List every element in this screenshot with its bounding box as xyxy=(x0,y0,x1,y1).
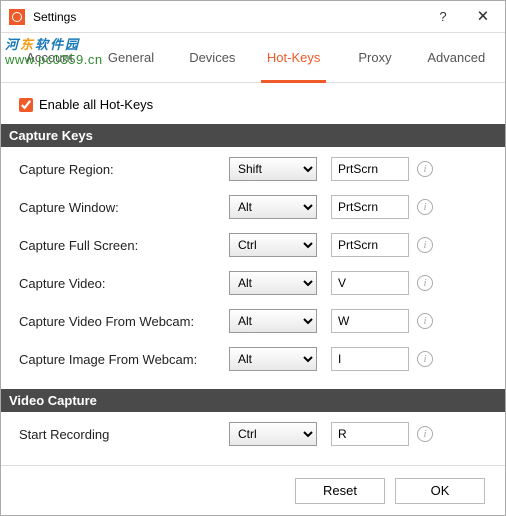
hotkey-key-input[interactable] xyxy=(331,157,409,181)
capture-rows: Capture Region:Shift+iCapture Window:Alt… xyxy=(19,147,487,389)
close-button[interactable]: 🗙 xyxy=(463,1,503,33)
info-icon[interactable]: i xyxy=(417,161,433,177)
hotkey-label: Capture Video: xyxy=(19,276,229,291)
hotkey-key-input[interactable] xyxy=(331,271,409,295)
hotkey-modifier-select[interactable]: Alt xyxy=(229,309,317,333)
hotkey-label: Capture Image From Webcam: xyxy=(19,352,229,367)
hotkey-modifier-select[interactable]: Shift xyxy=(229,157,317,181)
video-rows: Start RecordingCtrl+i xyxy=(19,412,487,464)
hotkey-modifier-select[interactable]: Alt xyxy=(229,271,317,295)
section-capture-keys: Capture Keys xyxy=(1,124,505,147)
footer: Reset OK xyxy=(1,465,505,515)
hotkey-row: Capture Image From Webcam:Alt+i xyxy=(19,347,487,371)
hotkey-modifier-select[interactable]: Alt xyxy=(229,195,317,219)
hotkey-key-input[interactable] xyxy=(331,195,409,219)
section-video-capture: Video Capture xyxy=(1,389,505,412)
window-title: Settings xyxy=(33,10,423,24)
tab-general[interactable]: General xyxy=(90,33,171,82)
tab-account[interactable]: Account xyxy=(9,33,90,82)
hotkey-key-input[interactable] xyxy=(331,347,409,371)
hotkey-label: Capture Full Screen: xyxy=(19,238,229,253)
video-row: Start RecordingCtrl+i xyxy=(19,422,487,446)
video-modifier-select[interactable]: Ctrl xyxy=(229,422,317,446)
info-icon[interactable]: i xyxy=(417,426,433,442)
hotkey-row: Capture Region:Shift+i xyxy=(19,157,487,181)
video-label: Start Recording xyxy=(19,427,229,442)
tab-hot-keys[interactable]: Hot-Keys xyxy=(253,33,334,82)
tab-proxy[interactable]: Proxy xyxy=(334,33,415,82)
tab-devices[interactable]: Devices xyxy=(172,33,253,82)
hotkey-label: Capture Region: xyxy=(19,162,229,177)
hotkey-row: Capture Video:Alt+i xyxy=(19,271,487,295)
hotkey-modifier-select[interactable]: Alt xyxy=(229,347,317,371)
hotkey-modifier-select[interactable]: Ctrl xyxy=(229,233,317,257)
hotkey-row: Capture Full Screen:Ctrl+i xyxy=(19,233,487,257)
info-icon[interactable]: i xyxy=(417,275,433,291)
info-icon[interactable]: i xyxy=(417,351,433,367)
info-icon[interactable]: i xyxy=(417,199,433,215)
tabs: Account General Devices Hot-Keys Proxy A… xyxy=(1,33,505,83)
app-icon xyxy=(9,9,25,25)
ok-button[interactable]: OK xyxy=(395,478,485,504)
video-key-input[interactable] xyxy=(331,422,409,446)
hotkey-row: Capture Video From Webcam:Alt+i xyxy=(19,309,487,333)
enable-all-hotkeys[interactable]: Enable all Hot-Keys xyxy=(19,97,487,112)
hotkey-row: Capture Window:Alt+i xyxy=(19,195,487,219)
info-icon[interactable]: i xyxy=(417,237,433,253)
info-icon[interactable]: i xyxy=(417,313,433,329)
help-button[interactable]: ? xyxy=(423,1,463,33)
tab-advanced[interactable]: Advanced xyxy=(416,33,497,82)
titlebar: Settings ? 🗙 xyxy=(1,1,505,33)
reset-button[interactable]: Reset xyxy=(295,478,385,504)
enable-all-checkbox[interactable] xyxy=(19,98,33,112)
hotkey-label: Capture Window: xyxy=(19,200,229,215)
hotkey-label: Capture Video From Webcam: xyxy=(19,314,229,329)
hotkey-key-input[interactable] xyxy=(331,309,409,333)
enable-all-label: Enable all Hot-Keys xyxy=(39,97,153,112)
content: Enable all Hot-Keys Capture Keys Capture… xyxy=(1,83,505,464)
hotkey-key-input[interactable] xyxy=(331,233,409,257)
